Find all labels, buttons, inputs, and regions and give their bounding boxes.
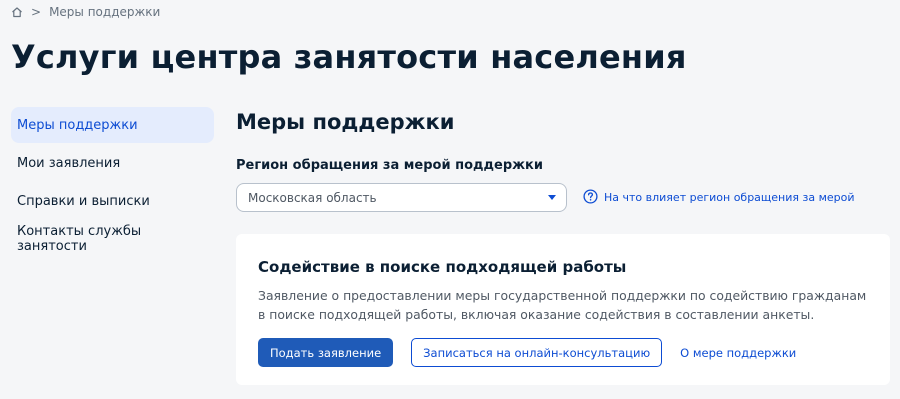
sidebar-item-certificates[interactable]: Справки и выписки (11, 183, 214, 219)
breadcrumb: > Меры поддержки (11, 5, 160, 19)
sidebar-item-label: Контакты службы занятости (17, 224, 142, 254)
region-label: Регион обращения за мерой поддержки (236, 158, 543, 173)
main-content: Меры поддержки Регион обращения за мерой… (236, 107, 890, 385)
breadcrumb-separator: > (31, 5, 42, 19)
region-help-label: На что влияет регион обращения за мерой (604, 191, 855, 204)
sidebar-item-support-measures[interactable]: Меры поддержки (11, 107, 214, 143)
region-select-value: Московская область (248, 190, 377, 205)
chevron-down-icon (548, 195, 556, 200)
region-select[interactable]: Московская область (236, 183, 567, 212)
about-measure-link[interactable]: О мере поддержки (680, 346, 796, 360)
sidebar-item-my-applications[interactable]: Мои заявления (11, 145, 214, 181)
region-help-link[interactable]: На что влияет регион обращения за мерой (583, 188, 855, 207)
apply-button[interactable]: Подать заявление (258, 338, 394, 367)
card-title: Содействие в поиске подходящей работы (258, 258, 627, 276)
sidebar-item-label: Мои заявления (17, 155, 121, 171)
breadcrumb-current: Меры поддержки (49, 5, 161, 19)
region-row: Московская область На что влияет регион … (236, 183, 890, 212)
card-description: Заявление о предоставлении меры государс… (258, 288, 867, 322)
help-circle-icon (583, 188, 598, 207)
sidebar-item-label: Справки и выписки (17, 193, 150, 209)
consultation-button[interactable]: Записаться на онлайн-консультацию (411, 338, 663, 367)
sidebar-item-label: Меры поддержки (17, 117, 138, 133)
sidebar-item-contacts[interactable]: Контакты службы занятости (11, 221, 214, 257)
section-title: Меры поддержки (236, 110, 455, 134)
sidebar: Меры поддержки Мои заявления Справки и в… (11, 107, 214, 259)
service-card: Содействие в поиске подходящей работы За… (236, 234, 890, 385)
card-actions: Подать заявление Записаться на онлайн-ко… (258, 338, 868, 367)
home-icon[interactable] (11, 6, 23, 18)
page-title: Услуги центра занятости населения (11, 38, 687, 76)
